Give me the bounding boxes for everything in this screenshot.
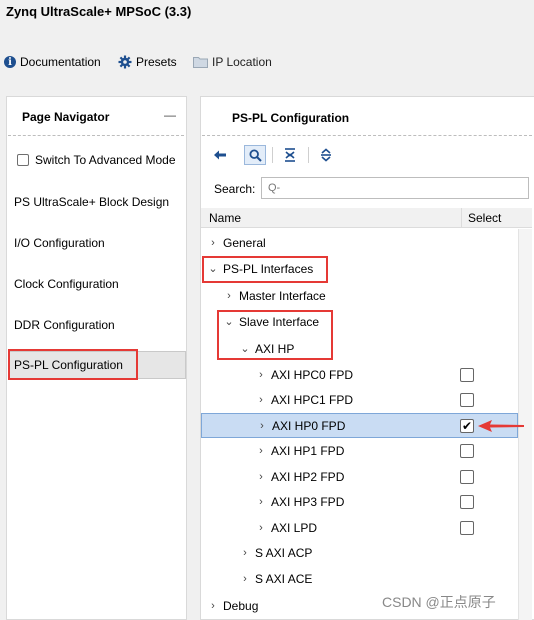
window-title: Zynq UltraScale+ MPSoC (3.3) [6,4,192,19]
folder-icon [193,57,208,68]
ip-location-button[interactable]: IP Location [193,53,272,71]
ip-location-label: IP Location [212,55,272,69]
highlight-box-nav [8,349,138,380]
chevron-right-icon: › [243,546,247,559]
toolbar-separator [308,147,309,163]
chevron-right-icon: › [227,289,231,302]
collapse-button[interactable]: — [164,108,176,122]
chevron-right-icon: › [211,599,215,612]
chevron-right-icon: › [259,444,263,457]
presets-label: Presets [136,55,177,69]
select-checkbox-axi-hp3-fpd[interactable] [460,495,474,509]
chevron-right-icon: › [260,419,264,432]
tree-row-label: S AXI ACP [255,545,313,560]
tree-row-label: S AXI ACE [255,571,313,586]
tree-row-s-axi-ace[interactable]: › S AXI ACE [201,566,518,591]
chevron-right-icon: › [259,368,263,381]
watermark: CSDN @正点原子 [382,594,496,610]
highlight-box-ps-pl-interfaces [202,256,328,283]
column-header-name[interactable]: Name [209,211,241,225]
check-mark-icon: ✔ [461,419,473,433]
tree-row-s-axi-acp[interactable]: › S AXI ACP [201,540,518,565]
tree-row-label: AXI HP0 FPD [272,418,346,433]
search-toggle-button[interactable] [244,145,266,165]
navigator-divider [8,135,184,136]
documentation-button[interactable]: i Documentation [4,53,101,71]
back-button[interactable] [209,145,231,165]
tree-row-label: AXI LPD [271,520,318,535]
toolbar-separator [272,147,273,163]
search-label: Search: [214,182,256,196]
select-checkbox-axi-hpc0-fpd[interactable] [460,368,474,382]
tree-row-label: Debug [223,598,259,613]
tree-row-label: Master Interface [239,288,326,303]
documentation-label: Documentation [20,55,101,69]
select-checkbox-axi-hp2-fpd[interactable] [460,470,474,484]
chevron-right-icon: › [259,393,263,406]
column-divider [461,208,462,228]
chevron-right-icon: › [259,470,263,483]
select-checkbox-axi-hp0-fpd[interactable]: ✔ [460,419,474,433]
select-checkbox-axi-hpc1-fpd[interactable] [460,393,474,407]
back-arrow-icon [214,150,226,160]
config-title: PS-PL Configuration [232,111,350,125]
tree-row-label: General [223,235,266,250]
chevron-right-icon: › [243,572,247,585]
chevron-right-icon: › [259,521,263,534]
tree-row-label: AXI HP2 FPD [271,469,345,484]
nav-item-block-design[interactable]: PS UltraScale+ Block Design [14,195,169,209]
switch-advanced-mode[interactable]: Switch To Advanced Mode [17,153,176,167]
collapse-all-icon [285,148,295,162]
expand-all-button[interactable] [315,145,337,165]
gear-icon [118,55,132,69]
tree-row-general[interactable]: › General [201,230,518,255]
tree-row-label: AXI HPC1 FPD [271,392,354,407]
select-checkbox-axi-lpd[interactable] [460,521,474,535]
expand-all-icon [321,148,331,162]
presets-button[interactable]: Presets [118,53,177,71]
page-navigator-title: Page Navigator [22,110,110,124]
nav-item-ddr-configuration[interactable]: DDR Configuration [14,318,115,332]
search-input[interactable]: Q- [261,177,529,199]
red-arrow-icon [478,420,524,432]
chevron-right-icon: › [211,236,215,249]
column-header-select[interactable]: Select [468,211,501,225]
collapse-all-button[interactable] [279,145,301,165]
select-checkbox-axi-hp1-fpd[interactable] [460,444,474,458]
search-placeholder: Q- [268,182,281,194]
tree-row-master-interface[interactable]: › Master Interface [201,283,518,308]
search-icon [248,148,262,162]
config-divider [202,135,532,136]
highlight-box-slave-axi-hp [217,310,333,360]
tree-row-label: AXI HP3 FPD [271,494,345,509]
tree-row-label: AXI HP1 FPD [271,443,345,458]
info-icon: i [4,56,16,68]
switch-mode-checkbox[interactable] [17,154,29,166]
switch-mode-label: Switch To Advanced Mode [35,153,176,167]
nav-item-clock-configuration[interactable]: Clock Configuration [14,277,119,291]
tree-row-label: AXI HPC0 FPD [271,367,354,382]
chevron-right-icon: › [259,495,263,508]
nav-item-io-configuration[interactable]: I/O Configuration [14,236,105,250]
